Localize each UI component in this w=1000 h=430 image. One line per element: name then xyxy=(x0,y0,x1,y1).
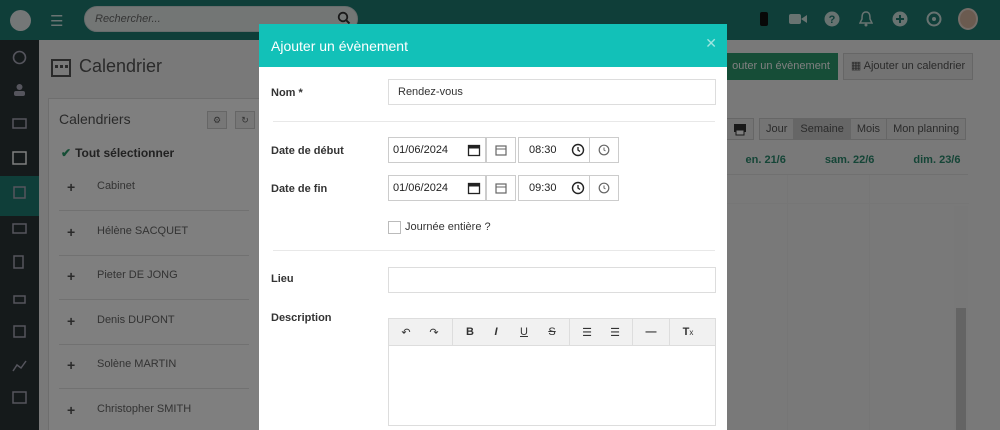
editor-toolbar: ↶ ↷ B I U S ☰ ☰ — Tx xyxy=(388,318,716,346)
end-time-input[interactable]: 09:30 xyxy=(518,175,590,201)
divider xyxy=(273,250,715,251)
toolbar-divider xyxy=(632,319,633,345)
location-field[interactable] xyxy=(388,267,716,293)
description-editor[interactable] xyxy=(388,346,716,426)
divider xyxy=(273,121,715,122)
date-picker-icon[interactable] xyxy=(467,181,481,195)
end-date-input[interactable]: 01/06/2024 xyxy=(388,175,486,201)
start-time-input[interactable]: 08:30 xyxy=(518,137,590,163)
name-input[interactable] xyxy=(389,80,715,104)
redo-icon[interactable]: ↷ xyxy=(422,319,446,345)
name-label: Nom * xyxy=(271,87,303,99)
start-date-calendar-button[interactable] xyxy=(486,137,516,163)
bold-icon[interactable]: B xyxy=(458,319,482,345)
bullet-list-icon[interactable]: ☰ xyxy=(575,319,599,345)
calendar-icon xyxy=(495,183,507,194)
toolbar-divider xyxy=(452,319,453,345)
undo-icon[interactable]: ↶ xyxy=(394,319,418,345)
end-date-label: Date de fin xyxy=(271,183,328,195)
clock-icon xyxy=(598,144,610,156)
toolbar-divider xyxy=(669,319,670,345)
date-picker-icon[interactable] xyxy=(467,143,481,157)
toolbar-divider xyxy=(569,319,570,345)
end-date-value: 01/06/2024 xyxy=(393,182,449,194)
numbered-list-icon[interactable]: ☰ xyxy=(603,319,627,345)
start-time-clock-button[interactable] xyxy=(589,137,619,163)
clear-format-icon[interactable]: Tx xyxy=(676,319,700,345)
modal-header: Ajouter un évènement ✕ xyxy=(259,24,727,67)
name-field[interactable] xyxy=(388,79,716,105)
start-time-value: 08:30 xyxy=(529,144,557,156)
start-date-input[interactable]: 01/06/2024 xyxy=(388,137,486,163)
strikethrough-icon[interactable]: S xyxy=(540,319,564,345)
end-time-value: 09:30 xyxy=(529,182,557,194)
description-label: Description xyxy=(271,312,332,324)
time-picker-icon[interactable] xyxy=(571,143,585,157)
start-date-label: Date de début xyxy=(271,145,344,157)
clock-icon xyxy=(598,182,610,194)
underline-icon[interactable]: U xyxy=(512,319,536,345)
add-event-modal: Ajouter un évènement ✕ Nom * Date de déb… xyxy=(259,24,727,430)
close-icon[interactable]: ✕ xyxy=(705,35,717,52)
all-day-label: Journée entière ? xyxy=(405,221,491,233)
all-day-checkbox[interactable] xyxy=(388,221,401,234)
horizontal-rule-icon[interactable]: — xyxy=(639,319,663,345)
end-time-clock-button[interactable] xyxy=(589,175,619,201)
end-date-calendar-button[interactable] xyxy=(486,175,516,201)
location-label: Lieu xyxy=(271,273,294,285)
modal-title: Ajouter un évènement xyxy=(271,38,408,54)
italic-icon[interactable]: I xyxy=(484,319,508,345)
calendar-icon xyxy=(495,145,507,156)
time-picker-icon[interactable] xyxy=(571,181,585,195)
location-input[interactable] xyxy=(389,268,715,292)
start-date-value: 01/06/2024 xyxy=(393,144,449,156)
